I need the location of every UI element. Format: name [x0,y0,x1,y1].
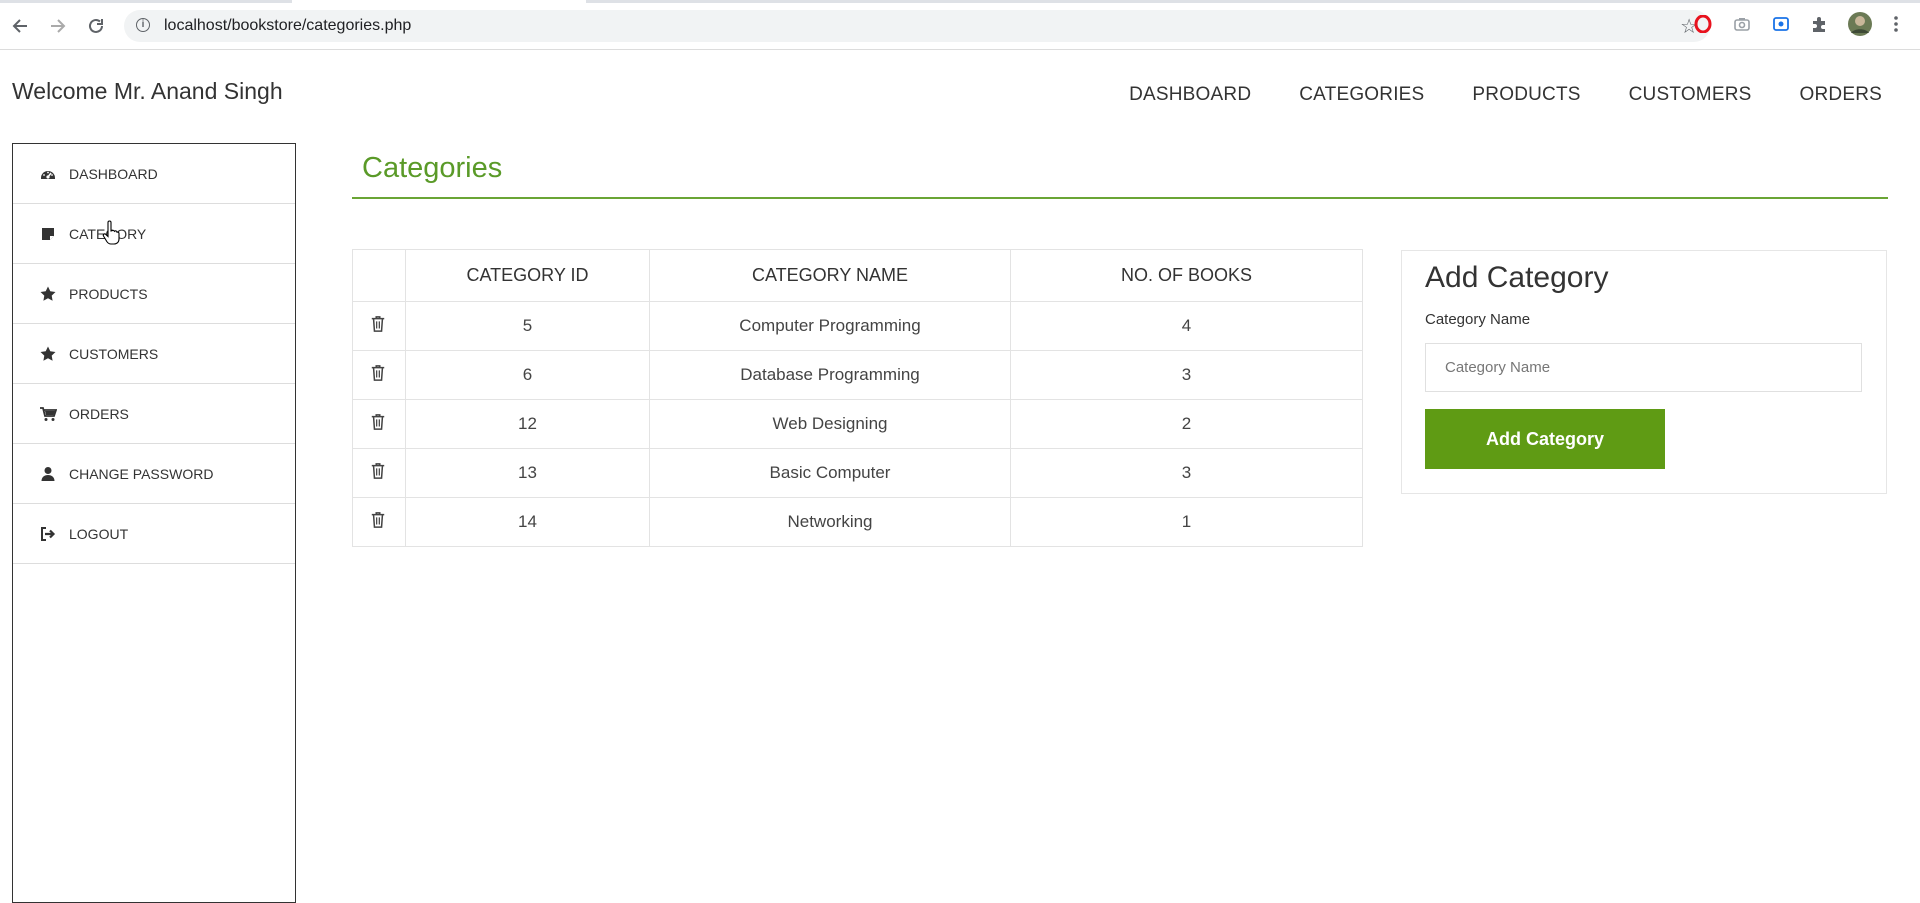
tab-strip-edge [0,0,292,3]
screencast-icon[interactable] [1771,14,1791,34]
sidebar-item-label: DASHBOARD [69,165,158,182]
category-id-cell: 14 [405,497,650,547]
opera-icon[interactable] [1693,14,1713,34]
category-name-cell: Web Designing [649,399,1011,449]
sidebar-item-logout[interactable]: LOGOUT [13,504,295,564]
sidebar-item-label: CUSTOMERS [69,345,159,362]
sidebar-item-label: PRODUCTS [69,285,148,302]
star-icon [39,345,57,363]
arrow-right-icon[interactable] [44,12,72,40]
sidebar-item-label: ORDERS [69,405,129,422]
delete-cell [352,399,406,449]
category-id-cell: 13 [405,448,650,498]
table-row: 5 Computer Programming 4 [352,301,1363,351]
top-nav-customers[interactable]: CUSTOMERS [1629,84,1752,106]
top-nav-categories[interactable]: CATEGORIES [1299,84,1424,106]
star-icon [39,285,57,303]
table-row: 13 Basic Computer 3 [352,448,1363,498]
hand-cursor-icon [102,220,120,246]
add-category-heading: Add Category [1425,261,1609,294]
tab-strip-edge [586,0,1920,3]
reload-icon[interactable] [82,12,110,40]
sidebar-item-dashboard[interactable]: DASHBOARD [13,144,295,204]
trash-icon[interactable] [370,462,388,482]
book-count-cell: 2 [1010,399,1363,449]
add-category-panel: Add Category Category Name Add Category [1401,250,1887,494]
book-count-cell: 3 [1010,350,1363,400]
page-title: Categories [362,152,503,184]
trash-icon[interactable] [370,511,388,531]
arrow-left-icon[interactable] [6,12,34,40]
avatar-icon[interactable] [1847,11,1873,37]
column-header-category-name: CATEGORY NAME [649,249,1011,302]
column-header-actions [352,249,406,302]
url-text: localhost/bookstore/categories.php [164,17,412,34]
top-nav: DASHBOARD CATEGORIES PRODUCTS CUSTOMERS … [1129,84,1882,106]
delete-cell [352,448,406,498]
welcome-text: Welcome Mr. Anand Singh [12,78,283,104]
browser-toolbar: i localhost/bookstore/categories.php ☆ [0,0,1920,50]
category-id-cell: 5 [405,301,650,351]
add-category-button[interactable]: Add Category [1425,409,1665,469]
info-icon[interactable]: i [136,18,150,32]
column-header-no-of-books: NO. OF BOOKS [1010,249,1363,302]
book-count-cell: 3 [1010,448,1363,498]
title-divider [352,197,1888,199]
sidebar-item-label: LOGOUT [69,525,129,542]
table-header-row: CATEGORY ID CATEGORY NAME NO. OF BOOKS [352,249,1363,302]
category-name-cell: Database Programming [649,350,1011,400]
trash-icon[interactable] [370,413,388,433]
category-id-cell: 6 [405,350,650,400]
delete-cell [352,301,406,351]
logout-icon [39,525,57,543]
category-name-label: Category Name [1425,311,1531,328]
category-id-cell: 12 [405,399,650,449]
sidebar-item-category[interactable]: CATEGORY [13,204,295,264]
cart-icon [39,405,57,423]
user-icon [39,465,57,483]
delete-cell [352,497,406,547]
sidebar-item-products[interactable]: PRODUCTS [13,264,295,324]
menu-dots-icon[interactable] [1886,14,1906,34]
sidebar: DASHBOARD CATEGORY PRODUCTS CUSTOMERS OR… [12,143,296,903]
sidebar-item-change-password[interactable]: CHANGE PASSWORD [13,444,295,504]
note-icon [39,225,57,243]
top-nav-dashboard[interactable]: DASHBOARD [1129,84,1251,106]
table-row: 6 Database Programming 3 [352,350,1363,400]
dashboard-icon [39,165,57,183]
table-row: 12 Web Designing 2 [352,399,1363,449]
category-name-input[interactable] [1425,343,1862,392]
table-row: 14 Networking 1 [352,497,1363,547]
book-count-cell: 4 [1010,301,1363,351]
trash-icon[interactable] [370,315,388,335]
top-nav-products[interactable]: PRODUCTS [1472,84,1580,106]
sidebar-item-orders[interactable]: ORDERS [13,384,295,444]
top-nav-orders[interactable]: ORDERS [1800,84,1883,106]
puzzle-icon[interactable] [1809,14,1829,34]
sidebar-item-customers[interactable]: CUSTOMERS [13,324,295,384]
sidebar-item-label: CHANGE PASSWORD [69,465,214,482]
book-count-cell: 1 [1010,497,1363,547]
category-name-cell: Networking [649,497,1011,547]
category-name-cell: Basic Computer [649,448,1011,498]
trash-icon[interactable] [370,364,388,384]
address-bar[interactable]: i localhost/bookstore/categories.php ☆ [124,10,1710,42]
column-header-category-id: CATEGORY ID [405,249,650,302]
categories-table: CATEGORY ID CATEGORY NAME NO. OF BOOKS 5… [352,249,1363,547]
delete-cell [352,350,406,400]
category-name-cell: Computer Programming [649,301,1011,351]
camera-icon[interactable] [1732,14,1752,34]
